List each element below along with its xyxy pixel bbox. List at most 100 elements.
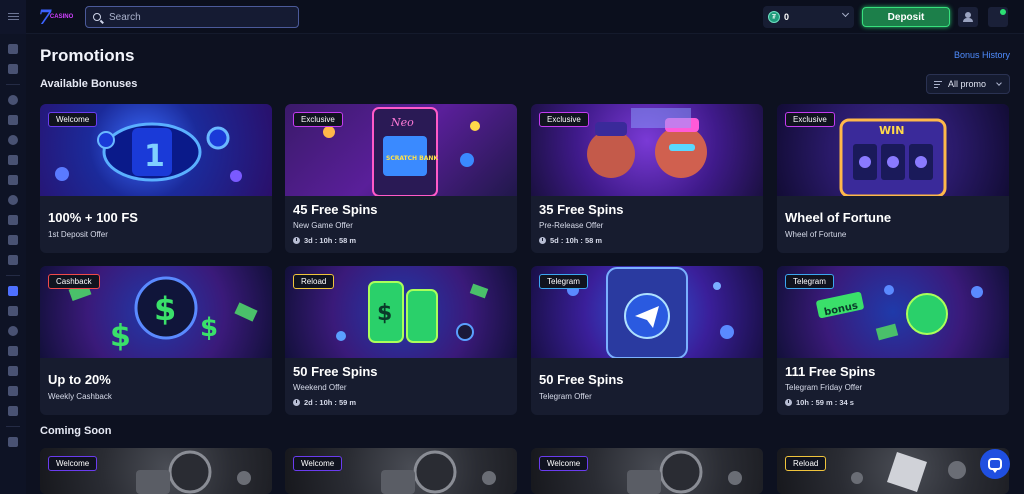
promo-card[interactable]: Neo SCRATCH BANK Exclusive 45 Free Spins… [285,104,517,253]
promo-badge: Welcome [48,112,98,127]
timer-value: 5d : 10h : 58 m [550,236,603,245]
timer-value: 2d : 10h : 59 m [304,398,357,407]
promo-badge: Exclusive [293,112,343,127]
sidebar-divider [6,275,20,276]
page-title: Promotions [40,46,135,65]
clock-icon [293,237,300,244]
filter-icon [934,80,942,88]
sidebar-slots-icon[interactable] [8,155,18,165]
promo-subtitle: New Game Offer [293,221,353,230]
sidebar-live-icon[interactable] [8,135,18,145]
sidebar-divider [6,426,20,427]
promo-card[interactable]: Telegram 50 Free Spins Telegram Offer [531,266,763,415]
sidebar-casino-icon[interactable] [8,44,18,54]
promo-image [777,448,1009,494]
sidebar-bell-icon[interactable] [8,366,18,376]
sidebar-games-icon[interactable] [8,255,18,265]
svg-text:$: $ [377,301,392,326]
promo-image [40,448,272,494]
promo-card[interactable]: 1 Welcome 100% + 100 FS 1st Deposit Offe… [40,104,272,253]
promo-badge: Reload [785,456,827,471]
promo-title: Up to 20% [48,372,111,387]
promo-badge: Welcome [293,456,343,471]
sidebar-fire-icon[interactable] [8,95,18,105]
promo-badge: Exclusive [785,112,835,127]
search-box[interactable] [85,6,299,28]
promo-title: 111 Free Spins [785,364,876,379]
user-icon [963,12,973,22]
svg-text:1: 1 [144,139,165,174]
deposit-button[interactable]: Deposit [862,7,950,27]
timer-value: 3d : 10h : 58 m [304,236,357,245]
promo-timer: 3d : 10h : 58 m [293,236,356,245]
chat-support-button[interactable] [980,449,1010,479]
profile-button[interactable] [958,7,978,27]
promo-timer: 10h : 59 m : 34 s [785,398,854,407]
clock-icon [539,237,546,244]
coming-soon-card[interactable]: Reload [777,448,1009,494]
coming-soon-card[interactable]: Welcome [285,448,517,494]
sidebar-trophy-icon[interactable] [8,306,18,316]
logo-text: CASINO [49,13,74,20]
promo-filter[interactable]: All promo [926,74,1010,94]
available-bonuses-title: Available Bonuses [40,78,138,90]
promo-subtitle: Weekend Offer [293,383,347,392]
sidebar-promotions-icon[interactable] [8,286,18,296]
promo-badge: Telegram [539,274,588,289]
sidebar-cards-icon[interactable] [8,195,18,205]
sidebar-rocket-icon[interactable] [8,235,18,245]
sidebar-bonus-icon[interactable] [8,115,18,125]
promo-card[interactable]: $ Reload 50 Free Spins Weekend Offer 2d … [285,266,517,415]
coming-soon-card[interactable]: Welcome [40,448,272,494]
promo-subtitle: Telegram Offer [539,392,592,401]
sidebar-hourglass-icon[interactable] [8,64,18,74]
sidebar-table-icon[interactable] [8,215,18,225]
promo-card[interactable]: WIN Exclusive Wheel of Fortune Wheel of … [777,104,1009,253]
sidebar-ticket-icon[interactable] [8,386,18,396]
coming-soon-title: Coming Soon [40,425,112,437]
logo[interactable]: 7 CASINO [26,0,80,34]
menu-button[interactable] [0,0,26,34]
balance-value: 0 [784,12,790,22]
promo-image [285,448,517,494]
wallet-selector[interactable]: ₮ 0 [763,6,854,28]
grey-art [136,450,251,494]
promo-badge: Exclusive [539,112,589,127]
promo-subtitle: Pre-Release Offer [539,221,604,230]
sidebar-dice-icon[interactable] [8,175,18,185]
filter-label: All promo [948,79,987,89]
svg-text:$: $ [154,290,176,328]
promo-card[interactable]: $ $ $ Cashback Up to 20% Weekly Cashback [40,266,272,415]
promo-timer: 2d : 10h : 59 m [293,398,356,407]
sidebar-chat-icon[interactable] [8,437,18,447]
promo-badge: Welcome [48,456,98,471]
search-input[interactable] [109,11,289,23]
coming-soon-card[interactable]: Welcome [531,448,763,494]
notification-button[interactable] [988,7,1008,27]
svg-text:$: $ [110,319,131,354]
svg-text:$: $ [200,313,218,343]
sidebar [0,34,26,494]
bonus-history-link[interactable]: Bonus History [954,50,1010,60]
promo-badge: Cashback [48,274,100,289]
neon-sign: Neo [390,116,414,129]
chat-icon [988,458,1002,473]
clock-icon [293,399,300,406]
chevron-down-icon [841,9,850,18]
grey-art [381,450,496,494]
promo-title: 100% + 100 FS [48,210,138,225]
promo-title: 35 Free Spins [539,202,624,217]
sidebar-vip-icon[interactable] [8,326,18,336]
sidebar-crown-icon[interactable] [8,346,18,356]
sidebar-shop-icon[interactable] [8,406,18,416]
promo-title: 50 Free Spins [539,372,624,387]
notification-dot [1000,9,1006,15]
promo-title: 50 Free Spins [293,364,378,379]
chevron-down-icon [996,80,1002,86]
promo-card[interactable]: bonus Telegram 111 Free Spins Telegram F… [777,266,1009,415]
scratch-sign: SCRATCH BANK [386,155,438,162]
win-sign: WIN [879,124,904,137]
search-icon [93,13,101,21]
clock-icon [785,399,792,406]
promo-card[interactable]: Exclusive 35 Free Spins Pre-Release Offe… [531,104,763,253]
